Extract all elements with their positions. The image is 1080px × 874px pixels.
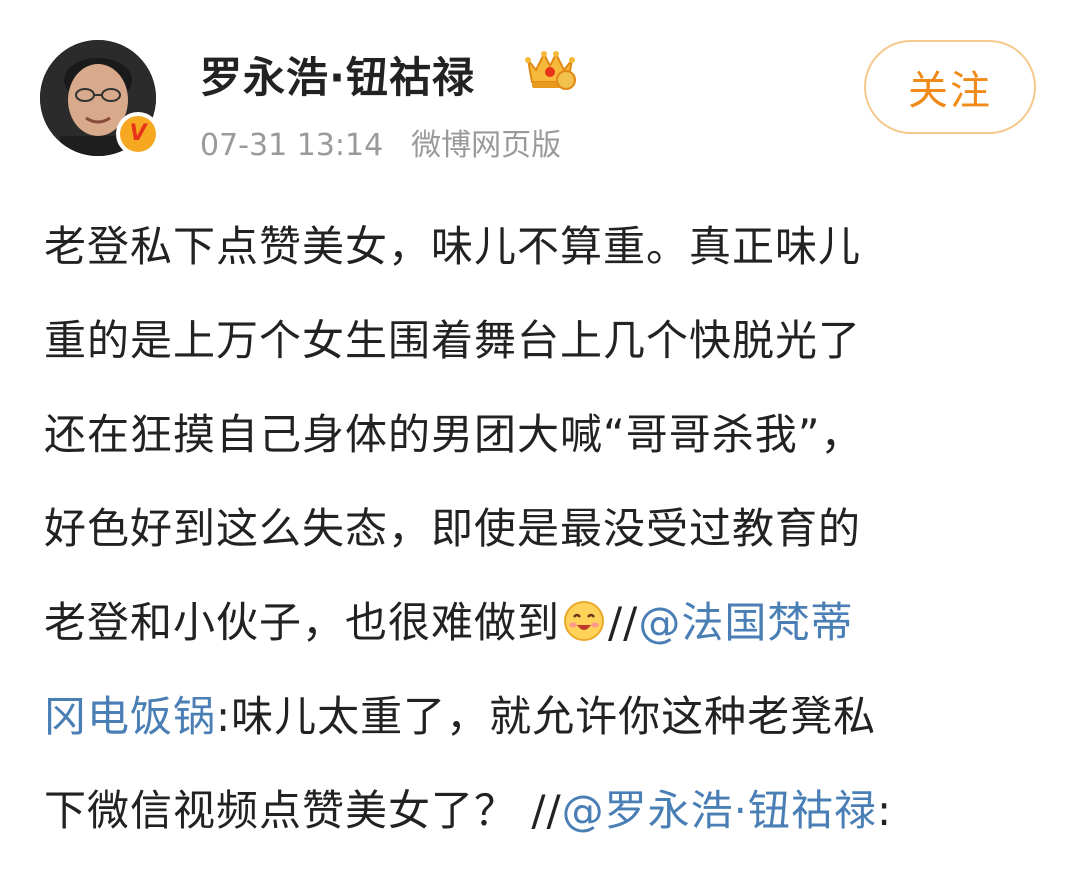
post-line: 老登和小伙子，也很难做到 //@法国梵蒂 [44, 586, 1044, 680]
post-line: 还在狂摸自己身体的男团大喊“哥哥杀我”， [44, 410, 864, 459]
mention-link[interactable]: @罗永浩·钮祜禄 [562, 786, 877, 835]
post-text: : [877, 786, 893, 835]
username[interactable]: 罗永浩·钮祜禄 [200, 44, 475, 105]
post-text: :味儿太重了，就允许你这种老凳私 [216, 692, 877, 741]
post-line: 老登私下点赞美女，味儿不算重。真正味儿 [44, 222, 862, 271]
follow-button[interactable]: 关注 [864, 40, 1036, 134]
repost-separator: // [517, 786, 562, 835]
post-source: 微博网页版 [411, 128, 562, 163]
post-line: 重的是上万个女生围着舞台上几个快脱光了 [44, 316, 862, 365]
mention-link[interactable]: 冈电饭锅 [44, 692, 216, 741]
post-line: 下微信视频点赞美女了？ //@罗永浩·钮祜禄: [44, 774, 1044, 868]
avatar-container[interactable]: V [40, 40, 162, 162]
post-timestamp: 07-31 13:14 [200, 128, 384, 163]
post-body: 老登私下点赞美女，味儿不算重。真正味儿 重的是上万个女生围着舞台上几个快脱光了 … [44, 210, 1044, 868]
post-line: 冈电饭锅:味儿太重了，就允许你这种老凳私 [44, 680, 1044, 774]
post-line: 好色好到这么失态，即使是最没受过教育的 [44, 504, 862, 553]
verified-mark: V [129, 121, 147, 146]
post-meta: 07-31 13:14 微博网页版 [200, 120, 561, 164]
weibo-post-page: V 罗永浩·钮祜禄 07-31 13:14 微博网页版 关注 老登私下点赞美女，味… [0, 0, 1080, 874]
verified-badge-icon: V [116, 112, 160, 156]
repost-separator: // [608, 598, 639, 647]
crown-icon[interactable] [522, 46, 578, 92]
smile-emoji-icon [562, 592, 606, 641]
post-text: 老登和小伙子，也很难做到 [44, 598, 561, 647]
post-text: 下微信视频点赞美女了？ [44, 786, 518, 835]
mention-link[interactable]: @法国梵蒂 [638, 598, 853, 647]
